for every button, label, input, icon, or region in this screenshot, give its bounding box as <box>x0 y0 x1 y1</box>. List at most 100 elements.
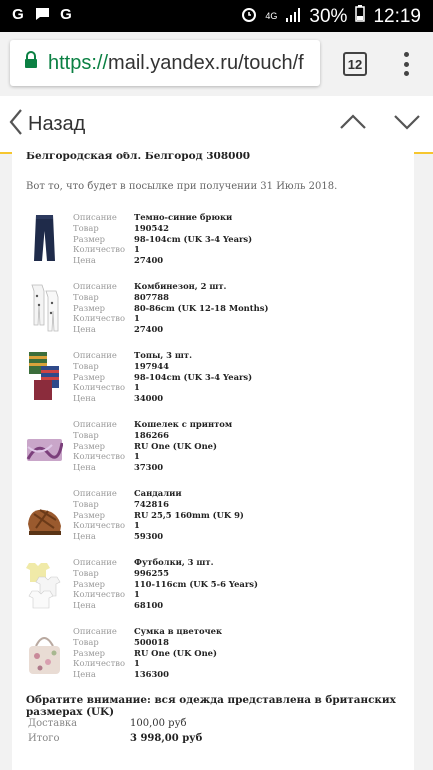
item-size: RU 25,5 160mm (UK 9) <box>134 509 244 520</box>
battery-icon <box>355 5 366 28</box>
label-size: Размер <box>73 302 106 313</box>
label-description: Описание <box>73 281 117 291</box>
item-description: Кошелек с принтом <box>134 419 233 429</box>
baby-bodysuit-icon <box>31 284 59 332</box>
item-description: Комбинезон, 2 шт. <box>134 281 227 291</box>
delivery-address: Белгородская обл. Белгород 308000 <box>26 152 251 162</box>
item-product: 186266 <box>134 429 169 440</box>
label-description: Описание <box>73 350 117 360</box>
item-price: 27400 <box>134 324 164 335</box>
label-description: Описание <box>73 626 117 636</box>
url-text: mail.yandex.ru/touch/f <box>108 51 304 74</box>
label-price: Цена <box>73 393 96 404</box>
item-size: 98-104cm (UK 3-4 Years) <box>134 371 253 382</box>
google-icon: G <box>60 5 72 23</box>
label-price: Цена <box>73 255 96 266</box>
item-product: 197944 <box>134 360 169 371</box>
printed-wallet-icon <box>26 439 63 461</box>
chevron-up-icon[interactable] <box>338 110 368 139</box>
signal-icon <box>285 6 301 28</box>
alarm-icon <box>241 6 257 28</box>
message-icon <box>34 6 50 22</box>
label-size: Размер <box>73 440 106 451</box>
order-item: Описание Товар Размер Количество Цена То… <box>26 350 406 410</box>
lock-icon <box>24 51 38 75</box>
url-protocol: https:// <box>48 51 109 74</box>
item-description: Темно-синие брюки <box>134 212 233 222</box>
item-size: RU One (UK One) <box>134 440 217 451</box>
delivery-value: 100,00 руб <box>130 718 187 729</box>
chevron-down-icon[interactable] <box>392 110 422 139</box>
item-quantity: 1 <box>134 451 140 462</box>
mail-header: Назад <box>0 96 433 154</box>
order-item: Описание Товар Размер Количество Цена Ко… <box>26 419 406 479</box>
item-product: 807788 <box>134 291 169 302</box>
order-item: Описание Товар Размер Количество Цена Са… <box>26 488 406 548</box>
label-size: Размер <box>73 371 106 382</box>
label-size: Размер <box>73 509 106 520</box>
item-size: 110-116cm (UK 5-6 Years) <box>134 578 258 589</box>
label-price: Цена <box>73 324 96 335</box>
network-type: 4G <box>265 11 278 21</box>
floral-bag-icon <box>29 637 60 674</box>
label-price: Цена <box>73 462 96 473</box>
order-item: Описание Товар Размер Количество Цена Те… <box>26 212 406 272</box>
item-quantity: 1 <box>134 313 140 324</box>
striped-tops-icon <box>29 352 59 400</box>
item-price: 68100 <box>134 600 164 611</box>
total-label: Итого <box>28 733 60 744</box>
battery-percent: 30% <box>309 5 348 27</box>
item-description: Сандалии <box>134 488 182 498</box>
tab-switcher-button[interactable]: 12 <box>343 52 367 76</box>
system-status: 4G 30% 12:19 <box>241 5 421 28</box>
label-description: Описание <box>73 212 117 222</box>
label-product: Товар <box>73 222 99 233</box>
label-product: Товар <box>73 636 99 647</box>
delivery-label: Доставка <box>28 718 78 729</box>
label-product: Товар <box>73 498 99 509</box>
overflow-menu-icon[interactable] <box>400 52 412 76</box>
label-product: Товар <box>73 567 99 578</box>
label-size: Размер <box>73 233 106 244</box>
label-size: Размер <box>73 647 106 658</box>
label-product: Товар <box>73 360 99 371</box>
item-price: 59300 <box>134 531 164 542</box>
order-item: Описание Товар Размер Количество Цена Фу… <box>26 557 406 617</box>
item-size: 98-104cm (UK 3-4 Years) <box>134 233 253 244</box>
clock: 12:19 <box>373 5 421 27</box>
label-price: Цена <box>73 600 96 611</box>
item-product: 996255 <box>134 567 169 578</box>
label-price: Цена <box>73 669 96 680</box>
email-body: Белгородская обл. Белгород 308000 Вот то… <box>12 152 414 770</box>
label-description: Описание <box>73 557 117 567</box>
tshirts-icon <box>26 563 61 609</box>
item-product: 500018 <box>134 636 169 647</box>
item-price: 34000 <box>134 393 164 404</box>
order-item: Описание Товар Размер Количество Цена Су… <box>26 626 406 686</box>
item-product: 742816 <box>134 498 169 509</box>
total-value: 3 998,00 руб <box>130 733 203 744</box>
label-description: Описание <box>73 488 117 498</box>
label-quantity: Количество <box>73 451 126 462</box>
label-quantity: Количество <box>73 313 126 324</box>
back-label: Назад <box>28 113 86 135</box>
status-bar: G G 4G 30% 12:19 <box>0 0 433 32</box>
label-description: Описание <box>73 419 117 429</box>
item-description: Футболки, 3 шт. <box>134 557 214 567</box>
uk-sizes-note: Обратите внимание: вся одежда представле… <box>26 694 396 718</box>
label-product: Товар <box>73 291 99 302</box>
label-quantity: Количество <box>73 520 126 531</box>
browser-toolbar: https://mail.yandex.ru/touch/f 12 <box>0 32 433 96</box>
label-quantity: Количество <box>73 589 126 600</box>
label-quantity: Количество <box>73 382 126 393</box>
navy-trousers-icon <box>34 215 55 261</box>
item-product: 190542 <box>134 222 169 233</box>
label-quantity: Количество <box>73 658 126 669</box>
item-price: 37300 <box>134 462 164 473</box>
sandal-icon <box>28 509 61 535</box>
notification-icons: G G <box>10 5 74 23</box>
google-icon: G <box>12 5 24 23</box>
item-description: Топы, 3 шт. <box>134 350 193 360</box>
address-bar[interactable]: https://mail.yandex.ru/touch/f <box>10 40 320 86</box>
back-button[interactable]: Назад <box>8 108 85 141</box>
